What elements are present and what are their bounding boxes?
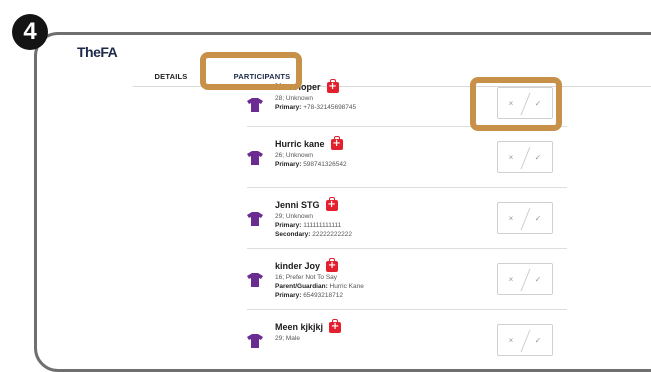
participant-detail: 26; Unknown bbox=[275, 151, 347, 160]
step-number-badge: 4 bbox=[12, 14, 48, 50]
participant-row: Meen kjkjkj29; Male×✓ bbox=[247, 310, 567, 369]
detail-value: 28; Unknown bbox=[275, 95, 313, 102]
participant-name: Jenni STG bbox=[275, 200, 320, 210]
participant-detail: Primary: 65493218712 bbox=[275, 291, 364, 300]
detail-value: Hurric Kane bbox=[329, 283, 364, 290]
participant-name: Meen kjkjkj bbox=[275, 322, 324, 332]
detail-value: 29; Unknown bbox=[275, 213, 313, 220]
shirt-icon bbox=[247, 151, 263, 165]
toggle-divider bbox=[520, 146, 531, 170]
cross-icon[interactable]: × bbox=[509, 153, 514, 162]
toggle-divider bbox=[520, 207, 531, 231]
cross-icon[interactable]: × bbox=[509, 214, 514, 223]
attendance-toggle[interactable]: × ✓ bbox=[497, 141, 553, 173]
detail-value: 26; Unknown bbox=[275, 152, 313, 159]
shirt-icon bbox=[247, 212, 263, 226]
toggle-divider bbox=[520, 268, 531, 292]
participant-detail: Primary: +78-32145698745 bbox=[275, 103, 356, 112]
participant-detail: 29; Male bbox=[275, 334, 341, 343]
app-frame: TheFA DETAILS PARTICIPANTS Neo Hoper 28; … bbox=[34, 32, 651, 372]
check-icon[interactable]: ✓ bbox=[535, 153, 542, 162]
detail-label: Primary: bbox=[275, 222, 302, 229]
detail-label: Primary: bbox=[275, 292, 302, 299]
detail-label: Primary: bbox=[275, 104, 302, 111]
detail-value: 111111111111 bbox=[303, 222, 342, 229]
participant-info: Hurric kane26; UnknownPrimary: 598741326… bbox=[275, 135, 347, 169]
medical-bag-icon bbox=[330, 135, 343, 150]
medical-bag-icon bbox=[329, 318, 342, 333]
detail-value: 16; Prefer Not To Say bbox=[275, 274, 338, 281]
participant-detail: Primary: 598741326542 bbox=[275, 160, 347, 169]
detail-value: +78-32145698745 bbox=[303, 104, 357, 111]
detail-value: 22222222222 bbox=[312, 231, 352, 238]
participant-row: Hurric kane26; UnknownPrimary: 598741326… bbox=[247, 127, 567, 188]
participant-name-row: kinder Joy bbox=[275, 257, 364, 273]
participant-list: Neo Hoper28; UnknownPrimary: +78-3214569… bbox=[247, 78, 567, 369]
detail-value: 598741326542 bbox=[303, 161, 347, 168]
participant-detail: 16; Prefer Not To Say bbox=[275, 273, 364, 282]
participant-row: kinder Joy16; Prefer Not To SayParent/Gu… bbox=[247, 249, 567, 310]
medical-bag-icon bbox=[326, 78, 339, 93]
check-icon[interactable]: ✓ bbox=[535, 336, 542, 345]
attendance-toggle[interactable]: × ✓ bbox=[497, 202, 553, 234]
participant-info: Jenni STG29; UnknownPrimary: 11111111111… bbox=[275, 196, 352, 239]
participant-detail: 29; Unknown bbox=[275, 212, 352, 221]
participant-name: Hurric kane bbox=[275, 139, 325, 149]
participant-info: Neo Hoper28; UnknownPrimary: +78-3214569… bbox=[275, 78, 356, 112]
detail-label: Parent/Guardian: bbox=[275, 283, 328, 290]
participant-name-row: Meen kjkjkj bbox=[275, 318, 342, 334]
toggle-divider bbox=[520, 92, 531, 116]
check-icon[interactable]: ✓ bbox=[535, 99, 542, 108]
detail-value: 65493218712 bbox=[303, 292, 343, 299]
participant-name-row: Jenni STG bbox=[275, 196, 352, 212]
participant-name: Neo Hoper bbox=[275, 82, 321, 92]
tab-bar: DETAILS PARTICIPANTS bbox=[133, 66, 651, 87]
attendance-toggle[interactable]: × ✓ bbox=[497, 87, 553, 119]
detail-value: 29; Male bbox=[275, 335, 300, 342]
participant-detail: Secondary: 22222222222 bbox=[275, 230, 352, 239]
detail-label: Secondary: bbox=[275, 231, 311, 238]
check-icon[interactable]: ✓ bbox=[535, 214, 542, 223]
participant-name-row: Hurric kane bbox=[275, 135, 347, 151]
fa-logo: TheFA bbox=[77, 44, 118, 60]
cross-icon[interactable]: × bbox=[509, 99, 514, 108]
participant-detail: 28; Unknown bbox=[275, 94, 356, 103]
participant-row: Neo Hoper28; UnknownPrimary: +78-3214569… bbox=[247, 78, 567, 127]
tab-details[interactable]: DETAILS bbox=[133, 66, 209, 86]
medical-bag-icon bbox=[326, 257, 339, 272]
participant-row: Jenni STG29; UnknownPrimary: 11111111111… bbox=[247, 188, 567, 249]
participant-name-row: Neo Hoper bbox=[275, 78, 356, 94]
participant-name: kinder Joy bbox=[275, 261, 321, 271]
cross-icon[interactable]: × bbox=[509, 275, 514, 284]
check-icon[interactable]: ✓ bbox=[535, 275, 542, 284]
detail-label: Primary: bbox=[275, 161, 302, 168]
shirt-icon bbox=[247, 98, 263, 112]
toggle-divider bbox=[520, 329, 531, 353]
shirt-icon bbox=[247, 273, 263, 287]
participant-info: kinder Joy16; Prefer Not To SayParent/Gu… bbox=[275, 257, 364, 300]
medical-bag-icon bbox=[325, 196, 338, 211]
attendance-toggle[interactable]: × ✓ bbox=[497, 324, 553, 356]
participant-detail: Parent/Guardian: Hurric Kane bbox=[275, 282, 364, 291]
attendance-toggle[interactable]: × ✓ bbox=[497, 263, 553, 295]
participant-info: Meen kjkjkj 29; Male bbox=[275, 318, 342, 343]
shirt-icon bbox=[247, 334, 263, 348]
participant-detail: Primary: 111111111111 bbox=[275, 221, 352, 230]
cross-icon[interactable]: × bbox=[509, 336, 514, 345]
